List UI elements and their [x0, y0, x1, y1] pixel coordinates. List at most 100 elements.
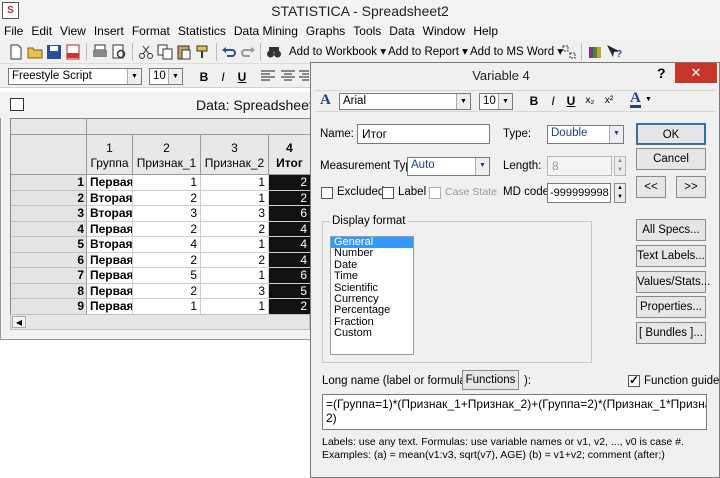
align-left-icon[interactable] [261, 70, 275, 82]
cell-feature-1[interactable]: 1 [133, 299, 201, 314]
name-field[interactable]: Итог [357, 124, 490, 144]
dialog-font-size-select[interactable]: 10 ▼ [479, 93, 513, 110]
cell-feature-2[interactable]: 1 [201, 268, 269, 284]
document-ops-icon[interactable] [561, 44, 577, 60]
cell-feature-2[interactable]: 3 [201, 206, 269, 222]
cell-total[interactable]: 2 [269, 190, 310, 206]
row-header[interactable]: 3 [11, 206, 87, 222]
menu-graphs[interactable]: Graphs [302, 22, 349, 40]
cell-feature-2[interactable]: 1 [201, 190, 269, 206]
subscript-button[interactable]: x₂ [582, 93, 598, 109]
dialog-font-select[interactable]: Arial ▼ [339, 93, 471, 110]
cell-total[interactable]: 6 [269, 206, 310, 222]
cell-total[interactable]: 4 [269, 221, 310, 237]
display-format-list[interactable]: General Number Date Time Scientific Curr… [330, 236, 414, 355]
italic-button[interactable]: I [215, 69, 231, 85]
open-folder-icon[interactable] [27, 44, 43, 60]
grid-corner[interactable] [11, 119, 87, 135]
values-stats-button[interactable]: Values/Stats... [636, 271, 710, 293]
cell-feature-2[interactable]: 1 [201, 237, 269, 253]
md-code-field[interactable]: -999999998 [547, 183, 611, 203]
add-to-ms-word-button[interactable]: Add to MS Word ▾ [470, 44, 563, 60]
column-header[interactable]: 1 Группа [87, 135, 133, 175]
column-header-selected[interactable]: 4 Итог [269, 135, 310, 175]
bold-button[interactable]: B [196, 69, 212, 85]
cell-feature-2[interactable]: 1 [201, 175, 269, 191]
cancel-button[interactable]: Cancel [636, 148, 706, 170]
label-checkbox[interactable] [382, 187, 394, 199]
cell-feature-2[interactable]: 1 [201, 299, 269, 314]
column-header[interactable]: 3 Признак_2 [201, 135, 269, 175]
paste-icon[interactable] [176, 44, 192, 60]
cell-group[interactable]: Первая [87, 252, 133, 268]
menu-statistics[interactable]: Statistics [174, 22, 230, 40]
all-specs-button[interactable]: All Specs... [636, 219, 706, 241]
align-right-icon[interactable] [299, 70, 309, 82]
cell-feature-2[interactable]: 2 [201, 221, 269, 237]
dialog-underline-button[interactable]: U [563, 93, 579, 109]
format-painter-icon[interactable] [195, 44, 211, 60]
font-style-icon[interactable]: A [320, 92, 331, 109]
scroll-left-arrow-icon[interactable]: ◀ [12, 316, 26, 328]
cell-total[interactable]: 4 [269, 252, 310, 268]
cell-group[interactable]: Первая [87, 283, 133, 299]
md-code-spinner-icon[interactable]: ▲ ▼ [614, 183, 626, 203]
font-family-select[interactable]: Freestyle Script ▼ [8, 68, 142, 85]
row-header[interactable]: 1 [11, 175, 87, 191]
menu-tools[interactable]: Tools [349, 22, 385, 40]
redo-icon[interactable] [240, 44, 256, 60]
cell-group[interactable]: Первая [87, 175, 133, 191]
cell-feature-1[interactable]: 2 [133, 190, 201, 206]
pdf-icon[interactable] [65, 44, 81, 60]
cell-feature-1[interactable]: 2 [133, 283, 201, 299]
cell-feature-2[interactable]: 2 [201, 252, 269, 268]
menu-window[interactable]: Window [419, 22, 470, 40]
row-header[interactable]: 5 [11, 237, 87, 253]
cell-total[interactable]: 2 [269, 175, 310, 191]
underline-button[interactable]: U [234, 69, 250, 85]
row-header[interactable]: 2 [11, 190, 87, 206]
ok-button[interactable]: OK [636, 123, 706, 145]
properties-button[interactable]: Properties... [636, 296, 706, 318]
menu-view[interactable]: View [56, 22, 90, 40]
cell-total[interactable]: 4 [269, 237, 310, 253]
cell-group[interactable]: Первая [87, 268, 133, 284]
cell-feature-1[interactable]: 3 [133, 206, 201, 222]
dialog-close-button[interactable]: ✕ [675, 63, 717, 83]
function-guide-checkbox[interactable] [628, 373, 640, 387]
cell-feature-2[interactable]: 3 [201, 283, 269, 299]
menu-data-mining[interactable]: Data Mining [230, 22, 302, 40]
print-icon[interactable] [92, 44, 108, 60]
print-preview-icon[interactable] [111, 44, 127, 60]
font-size-select[interactable]: 10 ▼ [149, 68, 183, 85]
long-name-formula-input[interactable]: =(Группа=1)*(Признак_1+Признак_2)+(Групп… [322, 394, 707, 430]
align-center-icon[interactable] [281, 70, 295, 82]
new-file-icon[interactable] [8, 44, 24, 60]
books-icon[interactable] [587, 44, 603, 60]
menu-format[interactable]: Format [128, 22, 174, 40]
cell-feature-1[interactable]: 2 [133, 221, 201, 237]
cell-feature-1[interactable]: 1 [133, 175, 201, 191]
menu-edit[interactable]: Edit [27, 22, 56, 40]
column-header[interactable]: 2 Признак_1 [133, 135, 201, 175]
dialog-bold-button[interactable]: B [526, 93, 542, 109]
cell-feature-1[interactable]: 2 [133, 252, 201, 268]
row-header[interactable]: 6 [11, 252, 87, 268]
bundles-button[interactable]: [ Bundles ]... [636, 322, 706, 344]
menu-data[interactable]: Data [385, 22, 418, 40]
cell-total[interactable]: 5 [269, 283, 310, 299]
cell-group[interactable]: Вторая [87, 206, 133, 222]
case-state-checkbox[interactable] [429, 187, 441, 199]
font-color-icon[interactable]: A [630, 91, 641, 108]
row-header[interactable]: 7 [11, 268, 87, 284]
cut-icon[interactable] [138, 44, 154, 60]
excluded-checkbox[interactable] [321, 187, 333, 199]
context-help-icon[interactable]: ? [606, 44, 622, 60]
next-variable-button[interactable]: >> [676, 176, 706, 198]
text-labels-button[interactable]: Text Labels... [636, 245, 706, 267]
cell-total[interactable]: 2 [269, 299, 310, 314]
measurement-type-select[interactable]: Auto ▼ [407, 157, 490, 176]
functions-button[interactable]: Functions [462, 370, 519, 390]
type-select[interactable]: Double ▼ [547, 125, 624, 144]
cell-group[interactable]: Первая [87, 221, 133, 237]
